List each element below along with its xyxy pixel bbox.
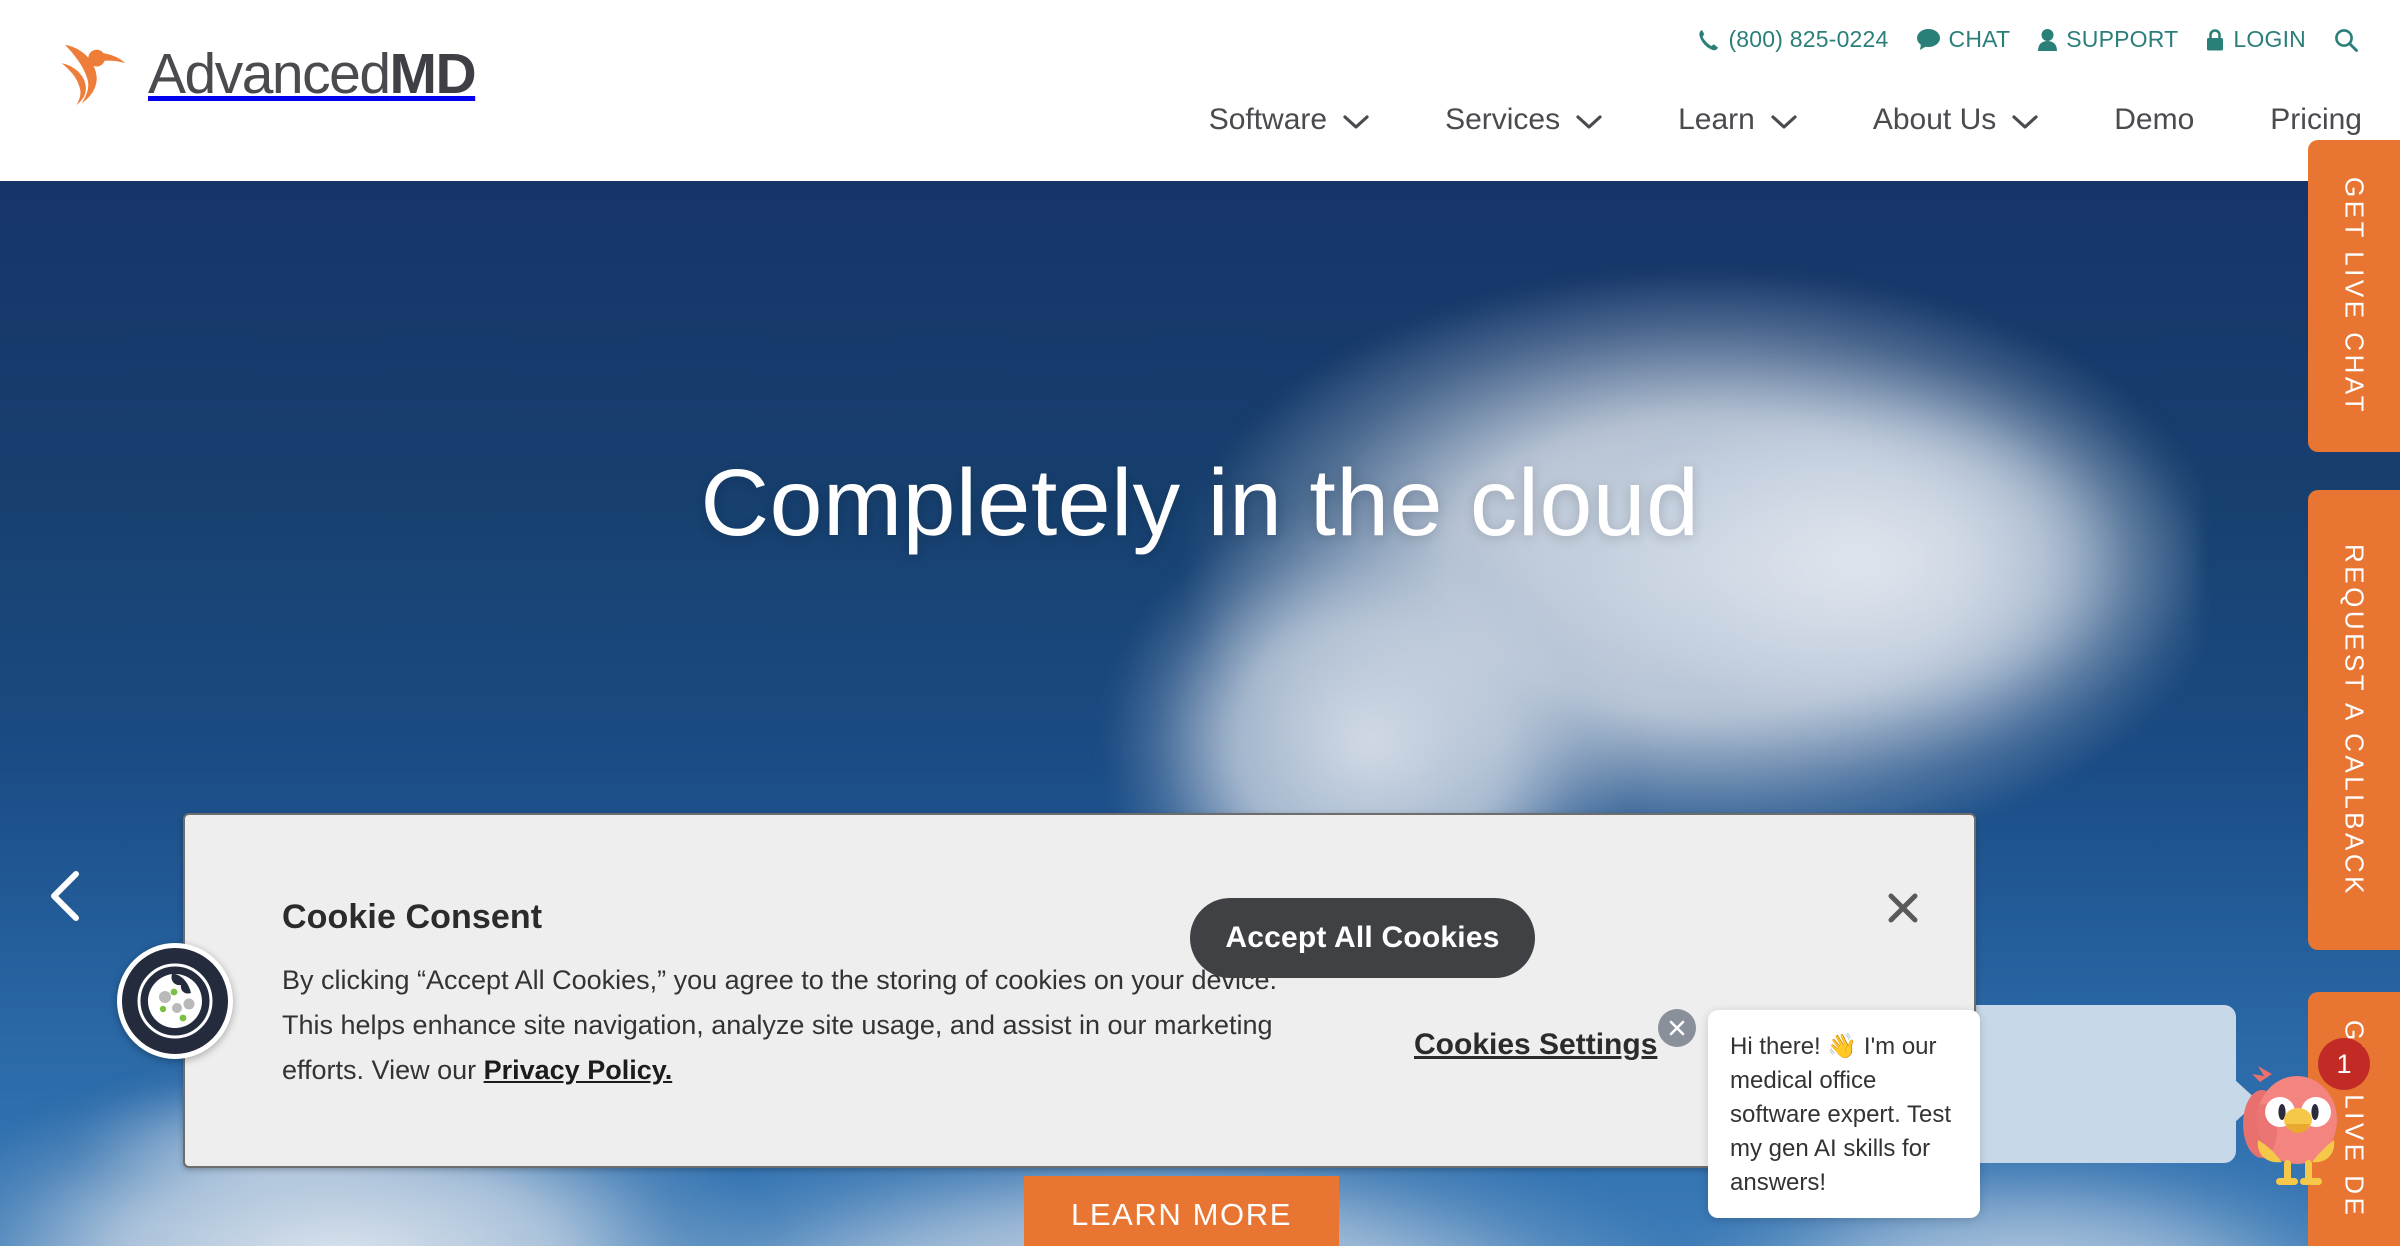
utility-navigation: (800) 825-0224 CHAT SUPPORT LOGIN <box>1685 22 2372 57</box>
hummingbird-logo-icon <box>61 44 126 105</box>
lock-icon <box>2207 28 2224 50</box>
chat-close-button[interactable] <box>1658 1009 1696 1047</box>
chat-greeting-bubble[interactable]: Hi there! 👋 I'm our medical office softw… <box>1708 1010 1980 1219</box>
chevron-left-icon <box>51 871 79 921</box>
support-label: SUPPORT <box>2066 26 2179 52</box>
nav-label: About Us <box>1872 103 1997 136</box>
cookie-consent-title: Cookie Consent <box>282 898 543 936</box>
accept-all-cookies-button[interactable]: Accept All Cookies <box>1190 898 1535 978</box>
cookie-consent-body: By clicking “Accept All Cookies,” you ag… <box>282 958 1302 1092</box>
login-link[interactable]: LOGIN <box>2192 22 2320 57</box>
nav-item-software[interactable]: Software <box>1171 95 1407 145</box>
nav-label: Demo <box>2114 103 2195 136</box>
cookie-icon <box>137 963 213 1039</box>
side-tab-label: GET LIVE CHAT <box>2339 176 2370 416</box>
nav-label: Software <box>1208 103 1328 136</box>
nav-item-demo[interactable]: Demo <box>2076 95 2232 145</box>
chat-link[interactable]: CHAT <box>1903 22 2025 57</box>
page-root: Completely in the cloud LEARN MORE Advan… <box>0 0 2400 1246</box>
support-link[interactable]: SUPPORT <box>2024 22 2192 57</box>
cookie-settings-badge-button[interactable] <box>117 943 233 1059</box>
nav-item-services[interactable]: Services <box>1407 95 1640 145</box>
close-icon <box>1669 1020 1685 1036</box>
nav-label: Services <box>1445 103 1561 136</box>
cookie-body-text: By clicking “Accept All Cookies,” you ag… <box>282 965 1277 1085</box>
site-header: AdvancedMD (800) 825-0224 CHAT SUPPORT L… <box>0 0 2400 181</box>
chevron-down-icon <box>1576 115 1602 129</box>
chevron-down-icon <box>2012 115 2038 129</box>
chevron-down-icon <box>1343 115 1369 129</box>
nav-item-pricing[interactable]: Pricing <box>2232 95 2400 145</box>
side-tab-request-a-callback[interactable]: REQUEST A CALLBACK <box>2308 490 2400 950</box>
phone-number: (800) 825-0224 <box>1728 26 1889 52</box>
side-tab-get-live-chat[interactable]: GET LIVE CHAT <box>2308 140 2400 452</box>
learn-more-button[interactable]: LEARN MORE <box>1024 1176 1339 1246</box>
phone-link[interactable]: (800) 825-0224 <box>1685 22 1902 57</box>
user-icon <box>2038 28 2058 51</box>
side-tab-label: REQUEST A CALLBACK <box>2339 543 2370 897</box>
privacy-policy-link[interactable]: Privacy Policy. <box>484 1055 673 1085</box>
chevron-down-icon <box>1771 115 1797 129</box>
chat-unread-badge: 1 <box>2318 1038 2370 1090</box>
search-icon <box>2335 28 2358 52</box>
main-navigation: Software Services Learn About Us Demo Pr… <box>1171 95 2400 145</box>
nav-item-learn[interactable]: Learn <box>1640 95 1835 145</box>
logo-wordmark: AdvancedMD <box>148 41 477 106</box>
chat-icon <box>1916 29 1940 50</box>
hero-title: Completely in the cloud <box>700 450 1700 556</box>
chat-label: CHAT <box>1948 26 2011 52</box>
search-button[interactable] <box>2320 24 2372 56</box>
nav-item-about-us[interactable]: About Us <box>1835 95 2076 145</box>
carousel-prev-button[interactable] <box>38 868 94 924</box>
cookie-dialog-close-button[interactable] <box>1880 885 1926 931</box>
nav-label: Pricing <box>2270 103 2362 136</box>
close-icon <box>1888 893 1918 923</box>
advancedmd-logo[interactable]: AdvancedMD <box>58 38 477 110</box>
login-label: LOGIN <box>2233 26 2306 52</box>
cookies-settings-link[interactable]: Cookies Settings <box>1414 1028 1657 1062</box>
phone-icon <box>1699 29 1719 50</box>
nav-label: Learn <box>1678 103 1755 136</box>
